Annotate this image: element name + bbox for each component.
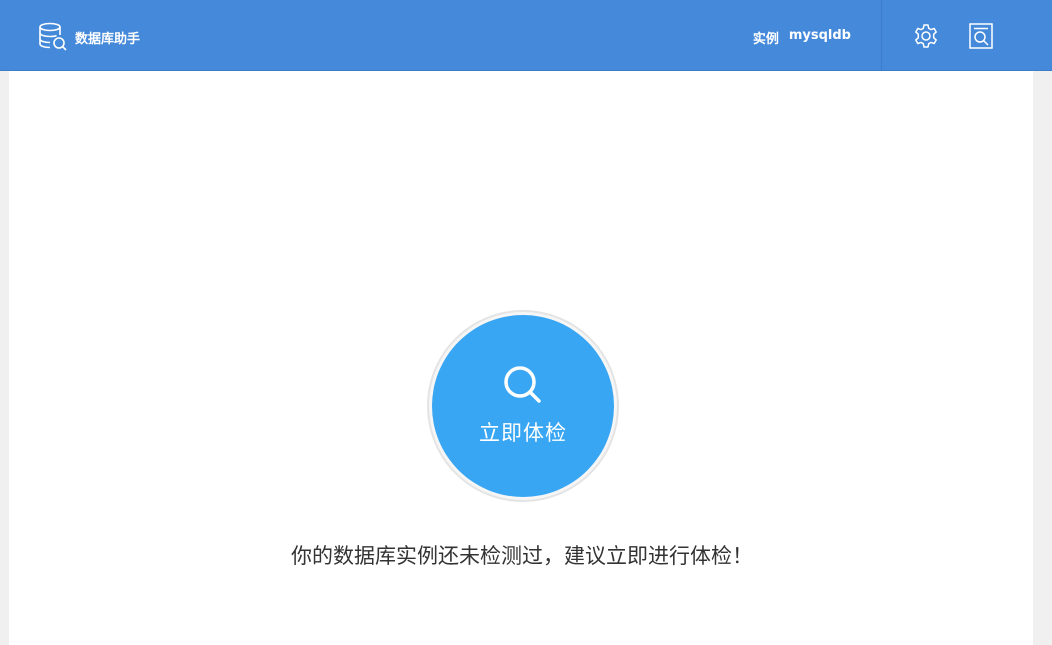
- report-search-icon: [969, 23, 993, 49]
- report-button[interactable]: [967, 22, 995, 50]
- settings-button[interactable]: [912, 22, 940, 50]
- instance-info: 实例 mysqldb: [753, 28, 851, 47]
- instance-label: 实例: [752, 32, 779, 47]
- health-check-button[interactable]: 立即体检: [427, 310, 619, 502]
- gear-icon: [915, 24, 937, 48]
- hint-text: 你的数据库实例还未检测过，建议立即进行体检！: [291, 544, 753, 568]
- app-title: 数据库助手: [75, 31, 141, 47]
- search-icon: [504, 366, 541, 403]
- brand: 数据库助手: [38, 22, 140, 52]
- header-divider: [881, 0, 882, 71]
- top-bar: 数据库助手 实例 mysqldb: [0, 0, 1052, 71]
- health-check-button-face[interactable]: 立即体检: [432, 315, 614, 497]
- health-check-label: 立即体检: [479, 421, 567, 445]
- instance-name[interactable]: mysqldb: [789, 28, 851, 47]
- database-search-icon: [39, 22, 67, 51]
